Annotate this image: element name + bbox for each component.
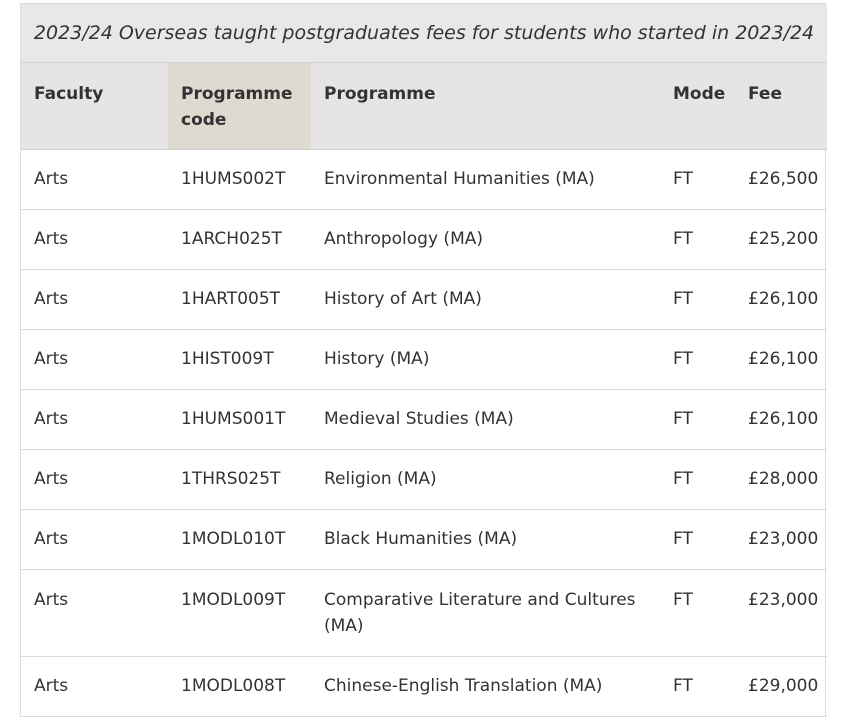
cell-programme: Religion (MA) — [311, 449, 660, 510]
cell-programme-code: 1HIST009T — [168, 329, 311, 390]
table-row: Arts 1MODL010T Black Humanities (MA) FT … — [21, 509, 827, 570]
cell-programme-code: 1HUMS001T — [168, 389, 311, 450]
cell-mode: FT — [660, 569, 735, 657]
column-header-mode[interactable]: Mode — [660, 63, 735, 150]
cell-programme-code: 1MODL008T — [168, 656, 311, 717]
cell-mode: FT — [660, 509, 735, 570]
cell-programme-code: 1ARCH025T — [168, 209, 311, 270]
cell-fee: £26,100 — [735, 389, 827, 450]
cell-faculty: Arts — [21, 656, 168, 717]
table-row: Arts 1HART005T History of Art (MA) FT £2… — [21, 269, 827, 330]
cell-fee: £29,000 — [735, 656, 827, 717]
cell-fee: £23,000 — [735, 569, 827, 657]
cell-fee: £25,200 — [735, 209, 827, 270]
cell-programme: Black Humanities (MA) — [311, 509, 660, 570]
cell-faculty: Arts — [21, 329, 168, 390]
table-body: Arts 1HUMS002T Environmental Humanities … — [21, 149, 827, 717]
table-row: Arts 1ARCH025T Anthropology (MA) FT £25,… — [21, 209, 827, 270]
cell-programme: Medieval Studies (MA) — [311, 389, 660, 450]
cell-programme: Anthropology (MA) — [311, 209, 660, 270]
cell-programme-code: 1HUMS002T — [168, 149, 311, 210]
cell-mode: FT — [660, 449, 735, 510]
cell-fee: £26,100 — [735, 269, 827, 330]
cell-programme: Chinese-English Translation (MA) — [311, 656, 660, 717]
cell-faculty: Arts — [21, 209, 168, 270]
cell-faculty: Arts — [21, 269, 168, 330]
table-header: Faculty Programme code Programme Mode Fe… — [21, 63, 827, 150]
header-row: Faculty Programme code Programme Mode Fe… — [21, 63, 827, 150]
cell-programme: Comparative Literature and Cultures (MA) — [311, 569, 660, 657]
cell-programme-code: 1MODL009T — [168, 569, 311, 657]
cell-mode: FT — [660, 209, 735, 270]
cell-programme-code: 1HART005T — [168, 269, 311, 330]
cell-fee: £23,000 — [735, 509, 827, 570]
cell-faculty: Arts — [21, 149, 168, 210]
cell-mode: FT — [660, 656, 735, 717]
cell-programme: Environmental Humanities (MA) — [311, 149, 660, 210]
cell-mode: FT — [660, 389, 735, 450]
table-row: Arts 1HUMS002T Environmental Humanities … — [21, 149, 827, 210]
table-caption: 2023/24 Overseas taught postgraduates fe… — [21, 4, 827, 63]
table-row: Arts 1MODL008T Chinese-English Translati… — [21, 656, 827, 717]
table-row: Arts 1THRS025T Religion (MA) FT £28,000 — [21, 449, 827, 510]
cell-programme: History (MA) — [311, 329, 660, 390]
cell-mode: FT — [660, 269, 735, 330]
column-header-programme[interactable]: Programme — [311, 63, 660, 150]
column-header-fee[interactable]: Fee — [735, 63, 827, 150]
cell-programme: History of Art (MA) — [311, 269, 660, 330]
cell-fee: £26,100 — [735, 329, 827, 390]
cell-fee: £26,500 — [735, 149, 827, 210]
cell-faculty: Arts — [21, 449, 168, 510]
cell-programme-code: 1THRS025T — [168, 449, 311, 510]
table-row: Arts 1HUMS001T Medieval Studies (MA) FT … — [21, 389, 827, 450]
column-header-faculty[interactable]: Faculty — [21, 63, 168, 150]
column-header-programme-code[interactable]: Programme code — [168, 63, 311, 150]
cell-faculty: Arts — [21, 569, 168, 657]
cell-faculty: Arts — [21, 389, 168, 450]
table-row: Arts 1MODL009T Comparative Literature an… — [21, 569, 827, 657]
cell-mode: FT — [660, 329, 735, 390]
fees-table-container: 2023/24 Overseas taught postgraduates fe… — [20, 3, 827, 717]
cell-mode: FT — [660, 149, 735, 210]
cell-faculty: Arts — [21, 509, 168, 570]
cell-programme-code: 1MODL010T — [168, 509, 311, 570]
table-row: Arts 1HIST009T History (MA) FT £26,100 — [21, 329, 827, 390]
cell-fee: £28,000 — [735, 449, 827, 510]
fees-table: 2023/24 Overseas taught postgraduates fe… — [21, 4, 827, 717]
